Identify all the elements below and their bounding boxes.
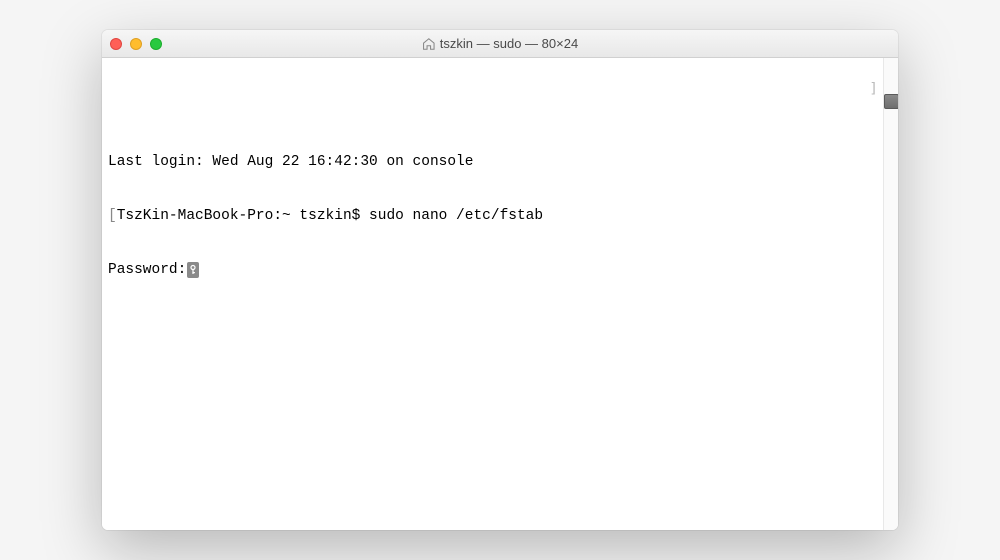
terminal-content: Last login: Wed Aug 22 16:42:30 on conso… [108, 116, 892, 315]
last-login-line: Last login: Wed Aug 22 16:42:30 on conso… [108, 153, 876, 171]
prompt-command: sudo nano /etc/fstab [369, 208, 543, 224]
terminal-window: tszkin — sudo — 80×24 Last login: Wed Au… [102, 30, 898, 530]
terminal-body[interactable]: Last login: Wed Aug 22 16:42:30 on conso… [102, 58, 898, 530]
prompt-host: TszKin-MacBook-Pro:~ tszkin$ [117, 208, 369, 224]
password-line: Password: [108, 261, 876, 279]
minimize-button[interactable] [130, 38, 142, 50]
key-icon [187, 262, 199, 278]
window-title: tszkin — sudo — 80×24 [422, 36, 578, 51]
window-title-text: tszkin — sudo — 80×24 [440, 36, 578, 51]
titlebar: tszkin — sudo — 80×24 [102, 30, 898, 58]
maximize-button[interactable] [150, 38, 162, 50]
right-bracket: ] [869, 80, 878, 98]
password-label: Password: [108, 262, 186, 278]
home-icon [422, 37, 436, 51]
traffic-lights [110, 38, 162, 50]
close-button[interactable] [110, 38, 122, 50]
scrollbar-thumb[interactable] [884, 94, 898, 109]
prompt-line: [TszKin-MacBook-Pro:~ tszkin$ sudo nano … [108, 207, 876, 225]
left-bracket: [ [108, 208, 117, 224]
scrollbar-track[interactable] [883, 58, 898, 530]
